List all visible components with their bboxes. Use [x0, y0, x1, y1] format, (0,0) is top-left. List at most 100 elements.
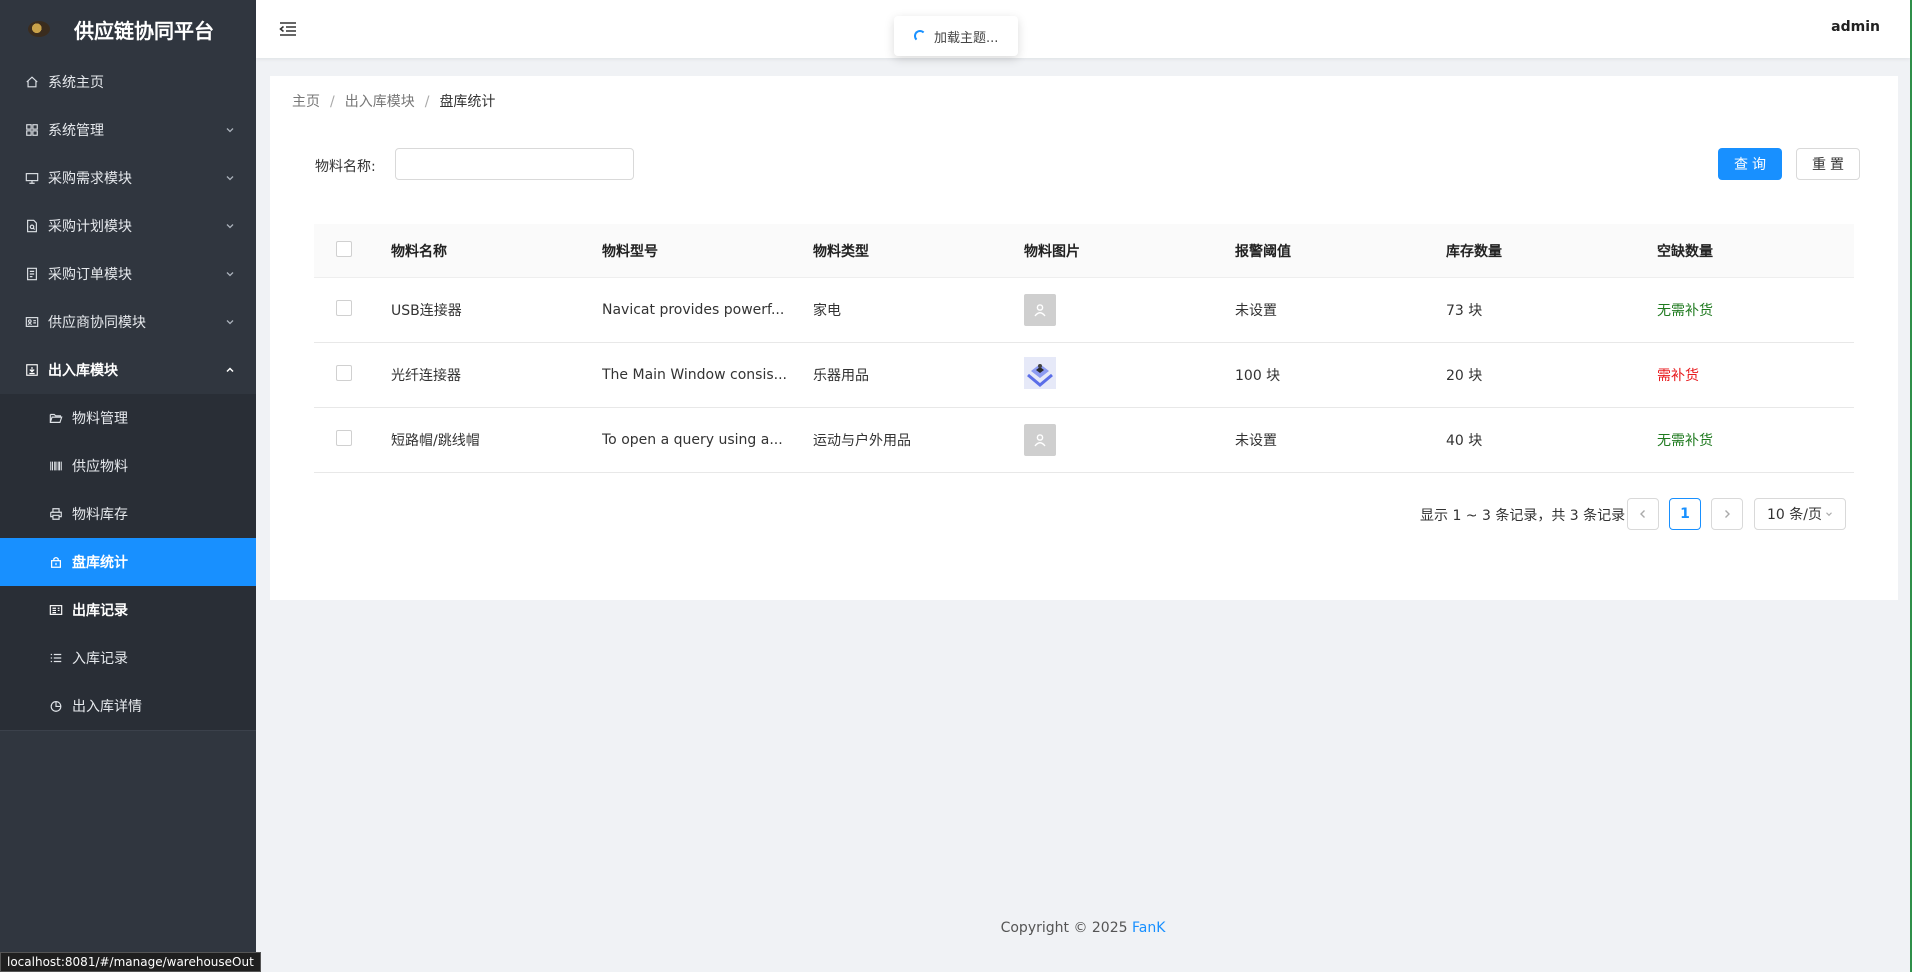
sidebar-item-purchase-order[interactable]: 采购订单模块	[0, 250, 256, 298]
sidebar-item-warehouse-details[interactable]: 出入库详情	[0, 682, 256, 730]
breadcrumb-separator: /	[330, 94, 335, 110]
sidebar-item-inventory-stats[interactable]: 盘库统计	[0, 538, 256, 586]
chevron-down-icon	[226, 128, 234, 133]
sidebar-item-label: 物料管理	[72, 411, 128, 427]
sidebar-item-purchase-plan[interactable]: 采购计划模块	[0, 202, 256, 250]
chevron-down-icon	[226, 224, 234, 229]
sidebar-item-system[interactable]: 系统管理	[0, 106, 256, 154]
barcode-icon	[48, 458, 64, 474]
next-page-button[interactable]	[1711, 498, 1743, 530]
avatar-placeholder-icon[interactable]	[1024, 294, 1056, 326]
table-row[interactable]: USB连接器 Navicat provides powerf... 家电 未设置…	[314, 278, 1854, 343]
row-checkbox[interactable]	[336, 430, 352, 446]
toast-text: 加载主题...	[934, 30, 999, 46]
row-checkbox[interactable]	[336, 365, 352, 381]
sidebar-item-label: 系统管理	[48, 123, 104, 139]
material-type: 家电	[813, 303, 841, 319]
material-name-input[interactable]	[395, 148, 634, 180]
printer-icon	[48, 506, 64, 522]
sidebar-item-label: 出库记录	[72, 603, 128, 619]
sidebar-item-warehouse[interactable]: 出入库模块	[0, 346, 256, 394]
download-box-icon	[24, 362, 40, 378]
sidebar-divider	[0, 730, 256, 731]
stock-quantity: 73 块	[1446, 303, 1483, 319]
material-model: The Main Window consis...	[602, 367, 787, 383]
material-name: 光纤连接器	[391, 368, 461, 384]
table-row[interactable]: 光纤连接器 The Main Window consis... 乐器用品 100…	[314, 343, 1854, 408]
material-model: To open a query using a...	[602, 432, 783, 448]
document-search-icon	[24, 218, 40, 234]
loading-spinner-icon	[914, 30, 926, 42]
column-header: 报警阈值	[1235, 243, 1291, 260]
pagination-total: 显示 1 ~ 3 条记录，共 3 条记录	[1420, 508, 1626, 524]
material-name: 短路帽/跳线帽	[391, 433, 480, 449]
prev-page-button[interactable]	[1627, 498, 1659, 530]
shortage-status: 无需补货	[1657, 433, 1713, 449]
logo[interactable]: 供应链协同平台	[0, 0, 256, 58]
sidebar-item-inbound-records[interactable]: 入库记录	[0, 634, 256, 682]
id-card-icon	[24, 314, 40, 330]
footer: Copyright © 2025 FanK	[256, 920, 1910, 936]
monitor-icon	[24, 170, 40, 186]
loading-toast: 加载主题...	[894, 16, 1018, 56]
sidebar-item-material-management[interactable]: 物料管理	[0, 394, 256, 442]
pagination: 显示 1 ~ 3 条记录，共 3 条记录 1 10 条/页	[270, 498, 1898, 530]
sidebar-item-label: 出入库模块	[48, 363, 118, 379]
app-title: 供应链协同平台	[74, 18, 214, 43]
page-number-button[interactable]: 1	[1669, 498, 1701, 530]
shortage-status: 无需补货	[1657, 303, 1713, 319]
breadcrumb-home[interactable]: 主页	[292, 94, 320, 110]
breadcrumb: 主页 / 出入库模块 / 盘库统计	[292, 91, 495, 111]
sidebar-item-purchase-demand[interactable]: 采购需求模块	[0, 154, 256, 202]
table-row[interactable]: 短路帽/跳线帽 To open a query using a... 运动与户外…	[314, 408, 1854, 473]
material-type: 运动与户外用品	[813, 433, 911, 449]
column-header: 物料名称	[391, 243, 447, 260]
material-type: 乐器用品	[813, 368, 869, 384]
lock-box-icon	[48, 554, 64, 570]
sidebar-item-label: 系统主页	[48, 75, 104, 91]
chevron-left-icon	[1640, 510, 1645, 518]
warehouse-submenu: 物料管理 供应物料 物料库存 盘库统计 出库记录 入库记录 出入库详情	[0, 394, 256, 730]
select-all-checkbox[interactable]	[336, 240, 352, 257]
page-size-select[interactable]: 10 条/页	[1754, 498, 1846, 530]
breadcrumb-module[interactable]: 出入库模块	[345, 94, 415, 110]
sidebar-item-home[interactable]: 系统主页	[0, 58, 256, 106]
shortage-status: 需补货	[1657, 368, 1699, 384]
inventory-table: 物料名称 物料型号 物料类型 物料图片 报警阈值 库存数量 空缺数量 USB连接…	[314, 224, 1854, 473]
top-header: admin	[256, 0, 1910, 58]
menu-fold-icon[interactable]	[278, 19, 298, 39]
stock-quantity: 40 块	[1446, 433, 1483, 449]
page-size-value: 10 条/页	[1767, 507, 1822, 523]
copyright-text: Copyright © 2025	[1000, 920, 1128, 936]
sidebar-item-label: 采购计划模块	[48, 219, 132, 235]
sidebar-item-supplier[interactable]: 供应商协同模块	[0, 298, 256, 346]
sidebar-item-label: 出入库详情	[72, 699, 142, 715]
content-card: 主页 / 出入库模块 / 盘库统计 物料名称: 查询 重置 物料名称 物料型号 物料类型…	[270, 76, 1898, 600]
list-icon	[48, 650, 64, 666]
material-model: Navicat provides powerf...	[602, 302, 785, 318]
chevron-down-icon	[1826, 512, 1832, 517]
status-bar-url: localhost:8081/#/manage/warehouseOut	[0, 952, 261, 972]
reset-button[interactable]: 重置	[1796, 148, 1860, 180]
chevron-up-icon	[226, 367, 234, 373]
sidebar-item-label: 物料库存	[72, 507, 128, 523]
sidebar-item-supply-material[interactable]: 供应物料	[0, 442, 256, 490]
logo-icon	[28, 21, 50, 37]
alarm-threshold: 未设置	[1235, 433, 1277, 449]
column-header: 物料类型	[813, 243, 869, 260]
breadcrumb-separator: /	[424, 94, 430, 110]
chevron-down-icon	[226, 176, 234, 181]
query-button[interactable]: 查询	[1718, 148, 1782, 180]
column-header: 物料型号	[602, 243, 658, 260]
brand-link[interactable]: FanK	[1132, 920, 1165, 936]
sidebar-item-material-stock[interactable]: 物料库存	[0, 490, 256, 538]
sidebar-item-label: 供应商协同模块	[48, 315, 146, 331]
sidebar: 供应链协同平台 系统主页 系统管理 采购需求模块 采购计划模块 采购订单模块 供…	[0, 0, 256, 972]
sidebar-item-label: 入库记录	[72, 651, 128, 667]
product-image-icon[interactable]	[1024, 357, 1056, 389]
avatar-placeholder-icon[interactable]	[1024, 424, 1056, 456]
row-checkbox[interactable]	[336, 300, 352, 316]
user-name[interactable]: admin	[1831, 19, 1880, 35]
sidebar-item-outbound-records[interactable]: 出库记录	[0, 586, 256, 634]
column-header: 物料图片	[1024, 243, 1080, 260]
